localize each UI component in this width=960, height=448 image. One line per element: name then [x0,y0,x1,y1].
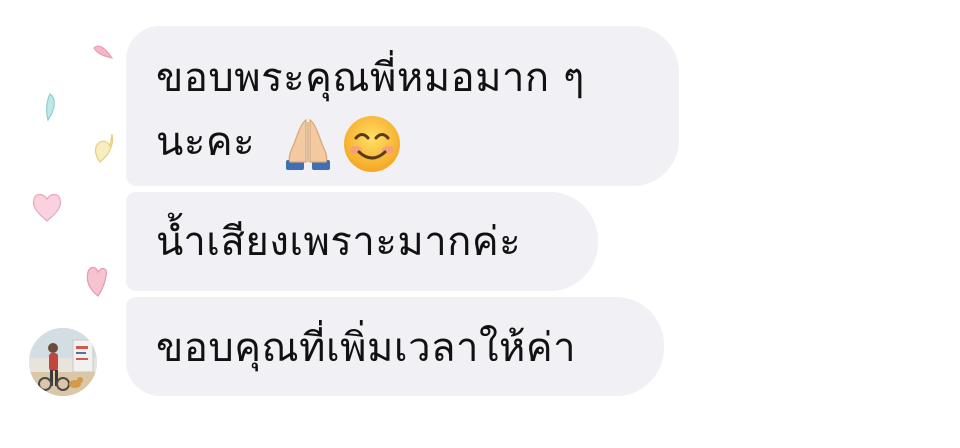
emoji-group [278,114,402,174]
heart-icon [46,93,55,122]
message-bubble[interactable]: น้ำเสียงเพราะมากค่ะ [126,192,598,291]
message-text-line: ขอบพระคุณพี่หมอมาก ๆ [156,55,585,101]
message-text: น้ำเสียงเพราะมากค่ะ [156,219,522,265]
folded-hands-icon [286,119,331,170]
smiling-face-icon [344,116,401,172]
message-bubble[interactable]: ขอบคุณที่เพิ่มเวลาให้ค่า [126,297,664,396]
message-text: ขอบคุณที่เพิ่มเวลาให้ค่า [156,325,577,371]
heart-icon [93,45,114,59]
avatar[interactable] [29,328,97,396]
message-bubble[interactable]: ขอบพระคุณพี่หมอมาก ๆ นะคะ [126,26,679,186]
heart-icon [94,133,114,163]
message-text: นะคะ [156,119,256,165]
heart-icon [32,193,62,222]
message-text-line: นะคะ [156,110,649,174]
profile-photo-icon [29,328,97,396]
heart-icon [86,266,107,297]
